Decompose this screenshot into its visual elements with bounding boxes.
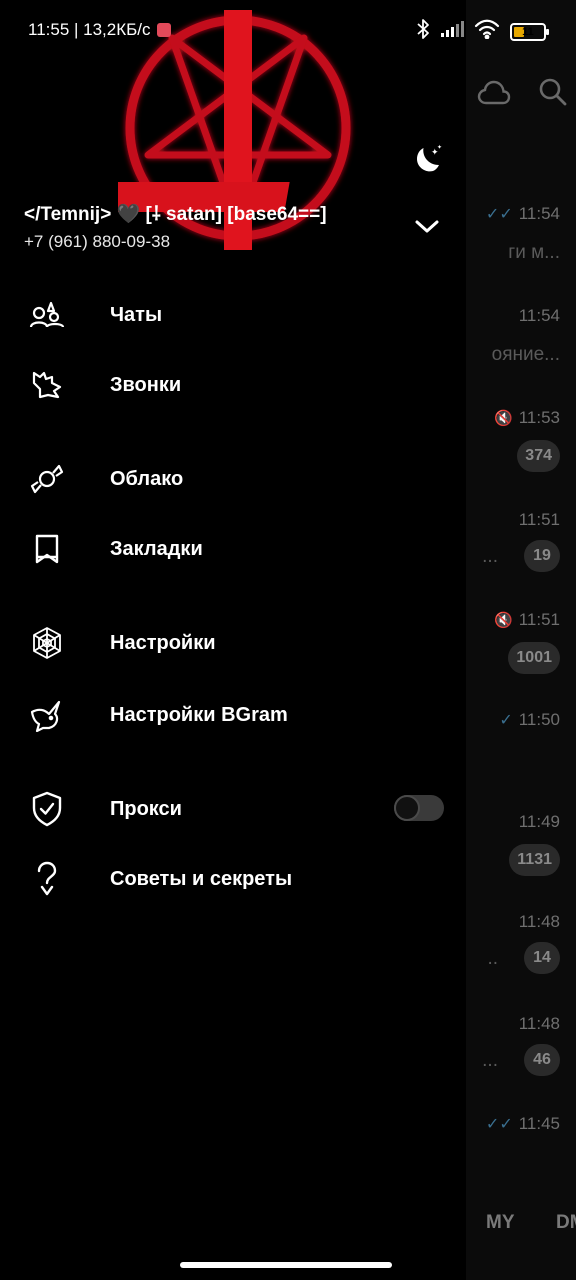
cloud-candy-icon bbox=[28, 460, 66, 498]
wifi-icon bbox=[474, 19, 500, 44]
chat-time: 11:51 bbox=[518, 610, 560, 629]
unread-badge: 46 bbox=[524, 1044, 560, 1076]
chat-time: 11:54 bbox=[518, 306, 560, 325]
unread-badge: 14 bbox=[524, 942, 560, 974]
user-name: </Temnij> 🖤 [⸸ satan] [base64==] bbox=[24, 204, 327, 225]
menu-item-chats[interactable]: Чаты bbox=[0, 280, 466, 350]
unread-badge: 19 bbox=[524, 540, 560, 572]
user-phone: +7 (961) 880-09-38 bbox=[24, 232, 171, 251]
menu-label: Звонки bbox=[110, 373, 182, 396]
double-check-icon: ✓✓ bbox=[485, 206, 513, 223]
menu-label: Закладки bbox=[110, 537, 203, 560]
battery-level: 11 bbox=[522, 25, 534, 38]
spider-web-icon bbox=[28, 624, 66, 662]
double-check-icon: ✓✓ bbox=[485, 1116, 513, 1133]
chats-icon bbox=[28, 296, 66, 334]
signal-icon bbox=[440, 20, 464, 43]
search-icon[interactable] bbox=[534, 72, 572, 112]
menu-label: Настройки bbox=[110, 631, 216, 654]
navigation-drawer: </Temnij> 🖤 [⸸ satan] [base64==] +7 (961… bbox=[0, 0, 466, 1280]
chat-time: 11:54 bbox=[518, 204, 560, 223]
muted-icon: 🔇 bbox=[494, 410, 513, 427]
chat-preview: ги м... bbox=[508, 242, 560, 263]
cloud-icon[interactable] bbox=[474, 72, 514, 112]
tab-dm[interactable]: DM bbox=[556, 1212, 576, 1234]
notification-icon bbox=[156, 23, 171, 37]
svg-text:✦: ✦ bbox=[437, 144, 442, 151]
proxy-toggle[interactable] bbox=[394, 795, 444, 821]
battery-icon: 11 bbox=[510, 22, 549, 41]
menu-label: Настройки BGram bbox=[110, 703, 288, 726]
chat-time: 11:48 bbox=[518, 912, 560, 931]
menu-item-tips[interactable]: Советы и секреты bbox=[0, 844, 466, 914]
unread-badge: 374 bbox=[517, 440, 560, 472]
status-bar: 11:55 | 13,2КБ/с 11 bbox=[0, 0, 576, 60]
unread-badge: 1131 bbox=[509, 844, 560, 876]
chevron-down-icon[interactable] bbox=[410, 210, 444, 244]
chat-preview: .. bbox=[487, 948, 498, 969]
chat-time: 11:53 bbox=[518, 408, 560, 427]
menu-item-bgram-settings[interactable]: Настройки BGram bbox=[0, 680, 466, 750]
chat-preview: ... bbox=[482, 546, 498, 567]
menu-label: Советы и секреты bbox=[110, 867, 293, 890]
chat-time: 11:49 bbox=[518, 812, 560, 831]
menu-label: Чаты bbox=[110, 303, 163, 326]
menu-item-bookmarks[interactable]: Закладки bbox=[0, 514, 466, 584]
shield-icon bbox=[28, 790, 66, 828]
bluetooth-icon bbox=[416, 18, 430, 45]
toggle-knob bbox=[394, 795, 420, 821]
moon-icon[interactable]: ✦ ✦ bbox=[406, 140, 446, 180]
menu-item-settings[interactable]: Настройки bbox=[0, 608, 466, 678]
chat-time: 11:51 bbox=[518, 510, 560, 529]
bookmark-icon bbox=[28, 530, 66, 568]
chat-time: 11:48 bbox=[518, 1014, 560, 1033]
chat-time: 11:45 bbox=[518, 1114, 560, 1133]
chat-preview: ... bbox=[482, 1050, 498, 1071]
menu-label: Облако bbox=[110, 467, 184, 490]
chat-time: 11:50 bbox=[518, 710, 560, 729]
home-indicator[interactable] bbox=[180, 1262, 392, 1268]
muted-icon: 🔇 bbox=[494, 612, 513, 629]
calls-icon bbox=[28, 366, 66, 404]
chat-preview: ояние... bbox=[491, 344, 560, 365]
menu-label: Прокси bbox=[110, 797, 182, 820]
unread-badge: 1001 bbox=[508, 642, 560, 674]
question-icon bbox=[28, 860, 66, 898]
bird-icon bbox=[28, 696, 66, 734]
menu-item-cloud[interactable]: Облако bbox=[0, 444, 466, 514]
check-icon: ✓ bbox=[499, 712, 513, 729]
menu-item-calls[interactable]: Звонки bbox=[0, 350, 466, 420]
status-time: 11:55 | 13,2КБ/с bbox=[28, 20, 151, 39]
tab-my[interactable]: MY bbox=[486, 1212, 515, 1234]
